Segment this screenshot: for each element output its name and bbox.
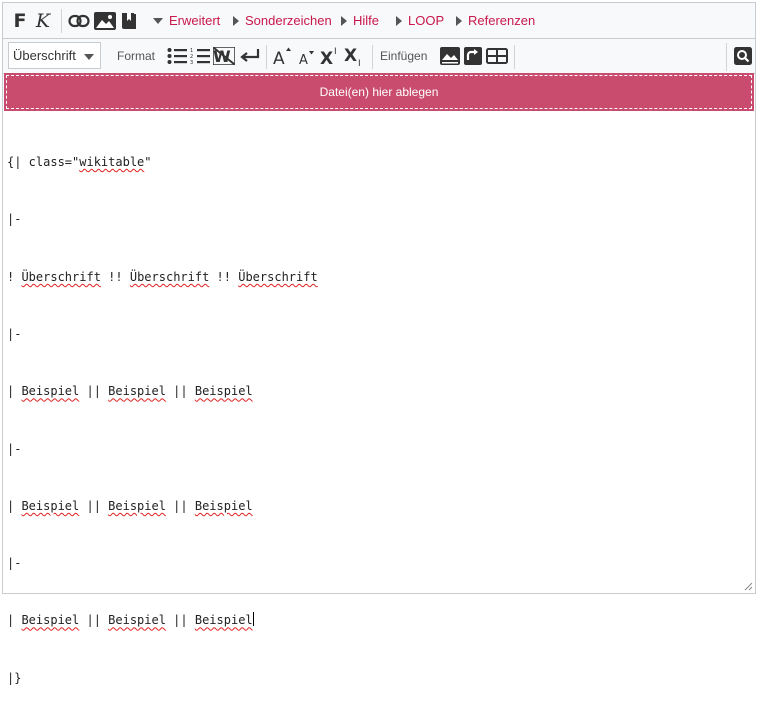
- code-line: | Beispiel || Beispiel || Beispiel: [7, 612, 254, 628]
- advanced-toolbar: Überschrift: [3, 39, 755, 74]
- table-button[interactable]: [485, 43, 509, 69]
- gallery-button[interactable]: [439, 43, 461, 69]
- small-text-icon: A: [299, 51, 314, 66]
- bullet-list-icon: [167, 48, 187, 64]
- search-icon: [734, 47, 752, 65]
- table-icon: [486, 48, 508, 64]
- small-text-button[interactable]: A: [296, 43, 318, 69]
- menu-sonderzeichen[interactable]: Sonderzeichen: [233, 3, 332, 38]
- redirect-button[interactable]: [462, 43, 484, 69]
- newline-button[interactable]: [238, 43, 262, 69]
- text-cursor: [252, 612, 254, 627]
- menu-label: Sonderzeichen: [245, 13, 332, 28]
- big-text-button[interactable]: A: [272, 43, 294, 69]
- menu-referenzen[interactable]: Referenzen: [456, 3, 535, 38]
- italic-button[interactable]: K: [34, 9, 52, 33]
- code-line: |-: [7, 212, 22, 227]
- image-icon: [94, 12, 116, 30]
- menu-label: Hilfe: [353, 13, 380, 28]
- toolbar-divider: [61, 9, 62, 33]
- code-line: |-: [7, 327, 22, 342]
- chevron-right-icon: [396, 15, 402, 26]
- big-text-icon: A: [273, 47, 291, 66]
- bold-button[interactable]: F: [11, 9, 29, 33]
- toolbar-divider: [266, 45, 267, 69]
- heading-select[interactable]: Überschrift: [8, 42, 101, 69]
- menu-hilfe[interactable]: Hilfe: [341, 3, 379, 38]
- code-line: |-: [7, 441, 22, 456]
- main-toolbar: F K Erweitert Sonderzeichen Hilfe LOOP R…: [3, 3, 755, 39]
- drop-zone-label: Datei(en) hier ablegen: [319, 85, 439, 99]
- wikitext-area[interactable]: {| class="wikitable" |- ! Überschrift !!…: [7, 115, 318, 726]
- file-drop-zone[interactable]: Datei(en) hier ablegen: [4, 73, 754, 111]
- svg-text:3: 3: [190, 60, 193, 65]
- code-line: |}: [7, 670, 22, 685]
- svg-text:X: X: [320, 49, 333, 66]
- chevron-down-icon: [153, 17, 163, 24]
- svg-text:A: A: [273, 49, 285, 66]
- chevron-right-icon: [456, 15, 462, 26]
- wikitext-editor: F K Erweitert Sonderzeichen Hilfe LOOP R…: [2, 2, 756, 685]
- chevron-right-icon: [341, 15, 347, 26]
- numbered-list-icon: 1 2 3: [190, 48, 210, 65]
- search-replace-button[interactable]: [732, 43, 754, 69]
- link-icon: [68, 14, 90, 28]
- code-line: | Beispiel || Beispiel || Beispiel: [7, 384, 253, 399]
- newline-icon: [240, 49, 260, 62]
- toolbar-divider: [726, 43, 727, 71]
- book-icon: [122, 13, 136, 29]
- code-line: ! Überschrift !! Überschrift !! Überschr…: [7, 269, 318, 284]
- toolbar-divider: [514, 45, 515, 69]
- gallery-icon: [440, 47, 460, 65]
- svg-text:I: I: [334, 47, 337, 57]
- format-label: Format: [117, 49, 156, 63]
- code-line: | Beispiel || Beispiel || Beispiel: [7, 498, 253, 513]
- link-button[interactable]: [67, 9, 91, 33]
- subscript-icon: X I: [344, 46, 361, 67]
- chevron-down-icon: [84, 54, 94, 60]
- subscript-button[interactable]: X I: [344, 43, 366, 69]
- resize-handle-icon[interactable]: [743, 581, 753, 591]
- redirect-icon: [464, 47, 482, 65]
- heading-select-value: Überschrift: [13, 48, 76, 63]
- superscript-icon: X I: [320, 47, 337, 66]
- chevron-right-icon: [233, 15, 239, 26]
- code-line: {| class="wikitable": [7, 155, 152, 170]
- no-wiki-icon: W: [213, 47, 235, 65]
- menu-loop[interactable]: LOOP: [396, 3, 444, 38]
- svg-text:I: I: [358, 59, 361, 67]
- reference-button[interactable]: [119, 9, 139, 33]
- insert-label: Einfügen: [380, 49, 428, 63]
- superscript-button[interactable]: X I: [320, 43, 342, 69]
- svg-text:X: X: [344, 46, 357, 66]
- bullet-list-button[interactable]: [166, 43, 188, 69]
- svg-text:A: A: [299, 53, 308, 66]
- menu-label: Erweitert: [169, 13, 221, 28]
- menu-erweitert[interactable]: Erweitert: [153, 3, 220, 38]
- numbered-list-button[interactable]: 1 2 3: [189, 43, 211, 69]
- code-line: |-: [7, 556, 22, 571]
- menu-label: LOOP: [408, 13, 445, 28]
- image-button[interactable]: [93, 9, 117, 33]
- menu-label: Referenzen: [468, 13, 536, 28]
- nowiki-button[interactable]: W: [212, 43, 236, 69]
- toolbar-divider: [372, 45, 373, 69]
